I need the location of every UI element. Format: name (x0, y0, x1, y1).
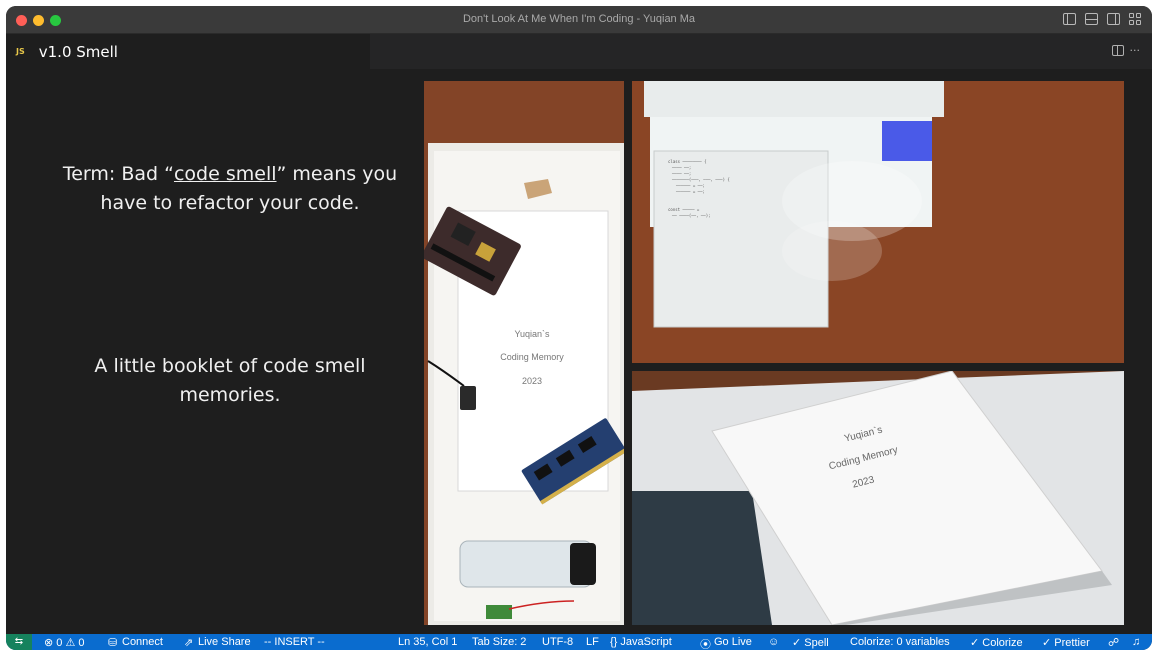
editor-actions: ··· (1111, 44, 1141, 57)
line-ending[interactable]: LF (586, 636, 599, 648)
connect-button[interactable]: Connect (122, 636, 163, 648)
svg-text:────── = ──;: ────── = ──; (675, 183, 705, 188)
photo-tray-booklet: Yuqian`s Coding Memory 2023 (424, 81, 624, 625)
term-definition: Term: Bad “code smell” means you have to… (46, 160, 414, 218)
database-icon: ⛁ (108, 637, 118, 649)
tab-size[interactable]: Tab Size: 2 (472, 636, 526, 648)
svg-text:───────(───, ───, ───) {: ───────(───, ───, ───) { (671, 177, 730, 182)
language-mode[interactable]: {} JavaScript (610, 636, 672, 648)
left-booklet-line3: 2023 (522, 376, 542, 386)
live-share-icon: ⇗ (184, 637, 194, 649)
javascript-file-icon: JS (16, 47, 25, 56)
colorize-variables[interactable]: Colorize: 0 variables (850, 636, 950, 648)
svg-text:──── ──;: ──── ──; (671, 165, 691, 170)
left-booklet-line1: Yuqian`s (514, 329, 550, 339)
copilot-icon[interactable]: ☺ (768, 636, 779, 648)
left-booklet-line2: Coding Memory (500, 352, 564, 362)
split-editor-icon[interactable] (1111, 45, 1124, 56)
svg-text:──── ──;: ──── ──; (671, 171, 691, 176)
customize-layout-icon[interactable] (1129, 13, 1142, 25)
colorize-button[interactable]: ✓ Colorize (970, 636, 1023, 649)
toggle-sidebar-icon[interactable] (1063, 13, 1076, 25)
svg-text:────── = ──;: ────── = ──; (675, 189, 705, 194)
editor-window: Don't Look At Me When I'm Coding - Yuqia… (6, 6, 1152, 650)
term-prefix: Term: Bad “ (62, 163, 174, 185)
spell-button[interactable]: ✓ Spell (792, 636, 829, 649)
feedback-icon[interactable]: ☍ (1108, 636, 1119, 649)
status-bar: ⇆ ⊗ 0 ⚠ 0 ⛁ Connect ⇗ Live Share -- INSE… (6, 634, 1152, 650)
layout-controls (1063, 13, 1142, 25)
encoding[interactable]: UTF-8 (542, 636, 573, 648)
toggle-panel-icon[interactable] (1085, 13, 1098, 25)
remote-indicator-icon[interactable]: ⇆ (6, 634, 32, 650)
notifications-bell-icon[interactable]: ♫ (1132, 636, 1140, 648)
editor-area: Term: Bad “code smell” means you have to… (6, 69, 1152, 634)
photo-booklet-box: Yuqian`s Coding Memory 2023 (632, 371, 1124, 625)
vim-mode: -- INSERT -- (264, 636, 325, 648)
booklet-description: A little booklet of code smell memories. (94, 355, 366, 406)
code-smell-link[interactable]: code smell (174, 163, 277, 185)
svg-text:class ──────── {: class ──────── { (668, 159, 707, 164)
live-share-button[interactable]: Live Share (198, 636, 251, 648)
title-bar: Don't Look At Me When I'm Coding - Yuqia… (6, 6, 1152, 34)
tab-bar: JS v1.0 Smell ··· (6, 34, 1152, 69)
tab-label: v1.0 Smell (38, 42, 118, 61)
more-actions-icon[interactable]: ··· (1130, 44, 1141, 57)
prettier-button[interactable]: ✓ Prettier (1042, 636, 1090, 649)
svg-text:const ───── =: const ───── = (668, 207, 700, 212)
photo-steam-box: class ──────── { ──── ──; ──── ──; ─────… (632, 81, 1124, 363)
svg-text:── ────(──, ──);: ── ────(──, ──); (671, 213, 711, 218)
toggle-secondary-sidebar-icon[interactable] (1107, 13, 1120, 25)
problems-indicator[interactable]: ⊗ 0 ⚠ 0 (44, 636, 84, 649)
window-title: Don't Look At Me When I'm Coding - Yuqia… (462, 13, 696, 25)
tab-v1-smell[interactable]: JS v1.0 Smell (6, 34, 370, 69)
cursor-position[interactable]: Ln 35, Col 1 (398, 636, 457, 648)
go-live-button[interactable]: Go Live (714, 636, 752, 648)
go-live-icon: ⦿ (700, 639, 711, 650)
